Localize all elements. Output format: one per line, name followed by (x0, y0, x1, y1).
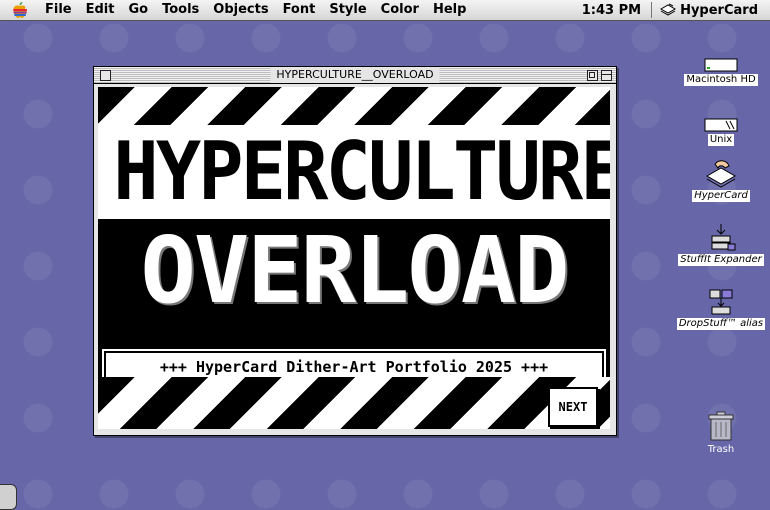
stack-window: HYPERCULTURE__OVERLOAD HYPERCULTURE OVER… (93, 66, 617, 436)
trash-icon (707, 410, 735, 442)
title-line2: OVERLOAD (140, 217, 569, 324)
zoom-box-icon[interactable] (587, 70, 598, 81)
desktop-icon-hypercard[interactable]: HyperCard (676, 158, 766, 202)
window-title: HYPERCULTURE__OVERLOAD (270, 67, 440, 83)
menu-objects[interactable]: Objects (206, 0, 275, 20)
dropstuff-icon (706, 286, 736, 316)
menu-tools[interactable]: Tools (155, 0, 206, 20)
desktop-icon-label: Macintosh HD (684, 74, 758, 86)
application-menu-label: HyperCard (680, 2, 758, 18)
next-button[interactable]: NEXT (548, 387, 598, 427)
menu-style[interactable]: Style (322, 0, 373, 20)
apple-icon[interactable] (12, 1, 30, 19)
desktop-icon-label: DropStuff™ alias (676, 318, 766, 330)
hazard-stripes-top (98, 87, 610, 125)
menu-file[interactable]: File (38, 0, 79, 20)
desktop-icon-label: StuffIt Expander (678, 254, 764, 266)
menu-bar: File Edit Go Tools Objects Font Style Co… (0, 0, 770, 21)
close-box-icon[interactable] (100, 70, 111, 81)
menu-color[interactable]: Color (374, 0, 426, 20)
menu-help[interactable]: Help (426, 0, 473, 20)
window-title-bar[interactable]: HYPERCULTURE__OVERLOAD (94, 67, 616, 84)
hard-drive-icon (704, 42, 738, 72)
desktop-icon-trash[interactable]: Trash (676, 410, 766, 456)
menu-edit[interactable]: Edit (79, 0, 122, 20)
desktop-icon-dropstuff-alias[interactable]: DropStuff™ alias (676, 286, 766, 330)
menu-font[interactable]: Font (276, 0, 323, 20)
hypercard-icon (705, 158, 737, 188)
hypercard-app-icon (660, 3, 677, 16)
desktop-icon-label: HyperCard (692, 190, 750, 202)
menu-clock[interactable]: 1:43 PM (572, 3, 651, 18)
stuffit-icon (706, 222, 736, 252)
title-line1: HYPERCULTURE (113, 125, 610, 218)
desktop-icon-stuffit-expander[interactable]: StuffIt Expander (676, 222, 766, 266)
desktop-icon-unix[interactable]: Unix (676, 102, 766, 146)
card: HYPERCULTURE OVERLOAD +++ HyperCard Dith… (98, 87, 610, 429)
subtitle-text: +++ HyperCard Dither-Art Portfolio 2025 … (159, 358, 549, 376)
title-panel: HYPERCULTURE OVERLOAD +++ HyperCard Dith… (98, 125, 610, 385)
hazard-stripes-bottom (98, 377, 610, 429)
desktop-icon-label: Unix (707, 134, 735, 146)
application-menu[interactable]: HyperCard (652, 3, 770, 18)
desktop-icon-label: Trash (707, 444, 735, 455)
control-strip-tab[interactable] (0, 484, 17, 510)
collapse-box-icon[interactable] (601, 70, 612, 81)
disk-icon (704, 102, 738, 132)
desktop-icon-macintosh-hd[interactable]: Macintosh HD (676, 42, 766, 86)
menu-go[interactable]: Go (121, 0, 155, 20)
